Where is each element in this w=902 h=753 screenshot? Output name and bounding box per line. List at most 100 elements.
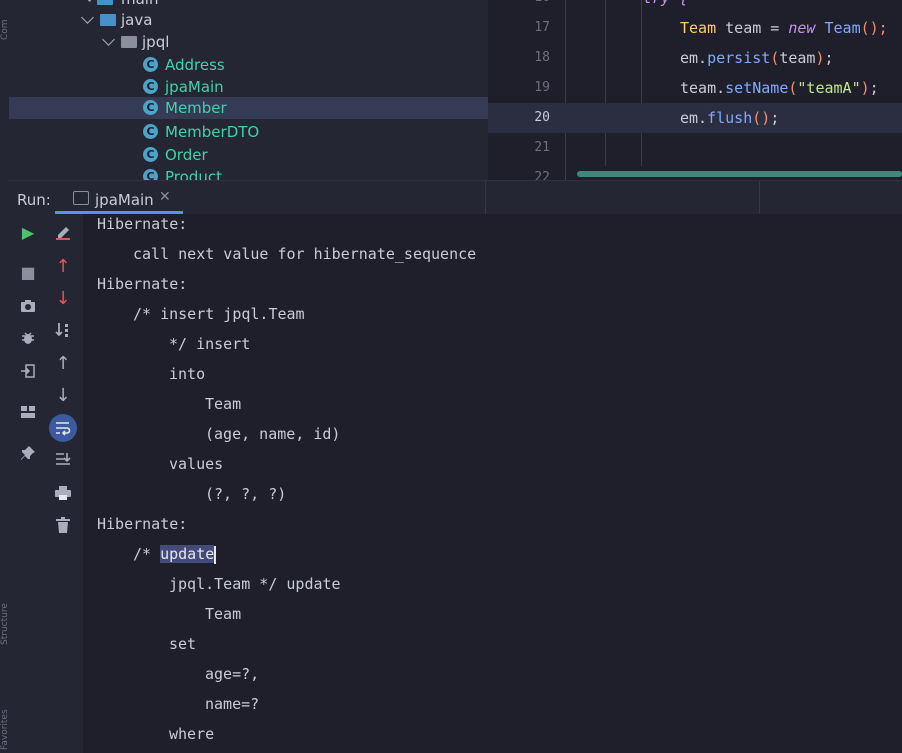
console-line: */ insert	[169, 335, 251, 353]
editor-line[interactable]: 19 team.setName("teamA");	[488, 73, 902, 103]
clear-icon[interactable]	[51, 220, 75, 244]
class-icon: C	[143, 100, 158, 115]
class-icon: C	[143, 124, 158, 139]
tree-item-label: jpaMain	[165, 78, 224, 96]
structure-side-label[interactable]: Structure	[0, 565, 9, 645]
layout-icon[interactable]	[16, 400, 40, 424]
tree-item-jpamain[interactable]: C jpaMain	[9, 76, 488, 98]
console-line: name=?	[205, 695, 260, 713]
import-icon[interactable]	[16, 359, 40, 383]
tree-item-label: Member	[165, 99, 227, 117]
camera-icon[interactable]	[16, 294, 40, 318]
down-red-icon[interactable]: ↓	[51, 286, 75, 310]
code-text: em.flush();	[680, 109, 780, 127]
horizontal-scrollbar[interactable]	[577, 171, 902, 177]
code-editor[interactable]: 16 try { 17 Team team = new Team(); 18 e…	[488, 0, 902, 180]
code-text: team.setName("teamA");	[680, 79, 879, 97]
class-icon: C	[143, 169, 158, 180]
line-number: 17	[534, 20, 550, 35]
favorites-side-label[interactable]: Favorites	[0, 670, 9, 750]
package-icon	[121, 36, 137, 48]
console-line: Team	[205, 605, 242, 623]
tree-item-memberdto[interactable]: C MemberDTO	[9, 121, 488, 143]
editor-line[interactable]: 18 em.persist(team);	[488, 43, 902, 73]
project-tree: main java jpql C Address C jpaMain C Mem…	[9, 0, 488, 180]
tree-item-label: Order	[165, 146, 208, 164]
left-edge-strip: Com Structure Favorites	[0, 0, 9, 753]
console-icon	[73, 191, 89, 205]
commit-side-label[interactable]: Com	[0, 0, 9, 40]
console-line: Hibernate:	[97, 275, 188, 293]
console-line: Team	[205, 395, 242, 413]
line-number: 22	[534, 170, 550, 180]
console-line: into	[169, 365, 206, 383]
tree-item-label: java	[121, 11, 153, 29]
code-text: Team team = new Team();	[680, 19, 888, 37]
console-line: age=?,	[205, 665, 260, 683]
code-text: try {	[643, 0, 688, 13]
console-line: (?, ?, ?)	[205, 485, 287, 503]
tree-item-label: Address	[165, 56, 225, 74]
chevron-down-icon[interactable]	[102, 33, 115, 46]
class-icon: C	[143, 147, 158, 162]
console-line: call next value for hibernate_sequence	[133, 245, 477, 263]
up-red-icon[interactable]: ↑	[51, 254, 75, 278]
console-output[interactable]: Hibernate: call next value for hibernate…	[83, 214, 902, 753]
scroll-end-icon[interactable]	[51, 448, 75, 472]
tree-item-label: jpql	[142, 33, 170, 51]
debug-icon[interactable]	[16, 326, 40, 350]
tree-item-jpql[interactable]: jpql	[9, 31, 488, 53]
tree-item-java[interactable]: java	[9, 9, 488, 31]
tree-item-order[interactable]: C Order	[9, 144, 488, 166]
line-number: 19	[534, 80, 550, 95]
editor-line[interactable]: 21	[488, 133, 902, 163]
class-icon: C	[143, 57, 158, 72]
console-line: /* insert jpql.Team	[133, 305, 305, 323]
tree-item-address[interactable]: C Address	[9, 54, 488, 76]
console-line: where	[169, 725, 215, 743]
console-line: values	[169, 455, 224, 473]
console-line: (age, name, id)	[205, 425, 341, 443]
tab-label: jpaMain	[95, 191, 154, 209]
divider	[485, 181, 486, 214]
console-line-selected: /* update	[133, 544, 216, 574]
run-label: Run:	[17, 191, 51, 209]
tree-item-label: MemberDTO	[165, 123, 260, 141]
tree-item-label: Product	[165, 168, 222, 180]
console-line: jpql.Team */ update	[169, 575, 341, 593]
close-icon[interactable]: ✕	[159, 189, 171, 205]
console-line: Hibernate:	[97, 215, 188, 233]
print-icon[interactable]	[51, 481, 75, 505]
folder-icon	[97, 0, 113, 5]
stop-icon[interactable]: ■	[16, 260, 40, 284]
line-number: 20	[534, 110, 550, 125]
divider	[759, 181, 760, 214]
run-toolbar-secondary: ↑ ↓ ↑ ↓	[47, 214, 83, 753]
editor-line[interactable]: 16 try {	[488, 0, 902, 13]
soft-wrap-icon[interactable]	[49, 414, 77, 442]
up-icon[interactable]: ↑	[51, 351, 75, 375]
chevron-down-icon[interactable]	[81, 11, 94, 24]
pin-icon[interactable]	[16, 441, 40, 465]
run-toolbar-primary: ▶ ■	[9, 214, 47, 753]
chevron-down-icon[interactable]	[83, 0, 96, 2]
tab-jpamain[interactable]: jpaMain ✕	[55, 181, 183, 214]
text-caret	[214, 545, 216, 564]
folder-icon	[100, 14, 116, 26]
selected-text: update	[160, 545, 215, 563]
sort-icon[interactable]	[51, 318, 75, 342]
console-line: Hibernate:	[97, 515, 188, 533]
tree-item-product[interactable]: C Product	[9, 166, 488, 180]
down-icon[interactable]: ↓	[51, 383, 75, 407]
line-number: 16	[488, 0, 550, 13]
line-number: 21	[534, 140, 550, 155]
console-line: set	[169, 635, 197, 653]
trash-icon[interactable]	[51, 513, 75, 537]
editor-line-current[interactable]: 20 em.flush();	[488, 103, 902, 133]
main-class-icon: C	[143, 79, 158, 94]
line-number: 18	[534, 50, 550, 65]
tree-item-member[interactable]: C Member	[9, 97, 488, 119]
editor-line[interactable]: 17 Team team = new Team();	[488, 13, 902, 43]
code-text: em.persist(team);	[680, 49, 834, 67]
run-icon[interactable]: ▶	[16, 220, 40, 244]
